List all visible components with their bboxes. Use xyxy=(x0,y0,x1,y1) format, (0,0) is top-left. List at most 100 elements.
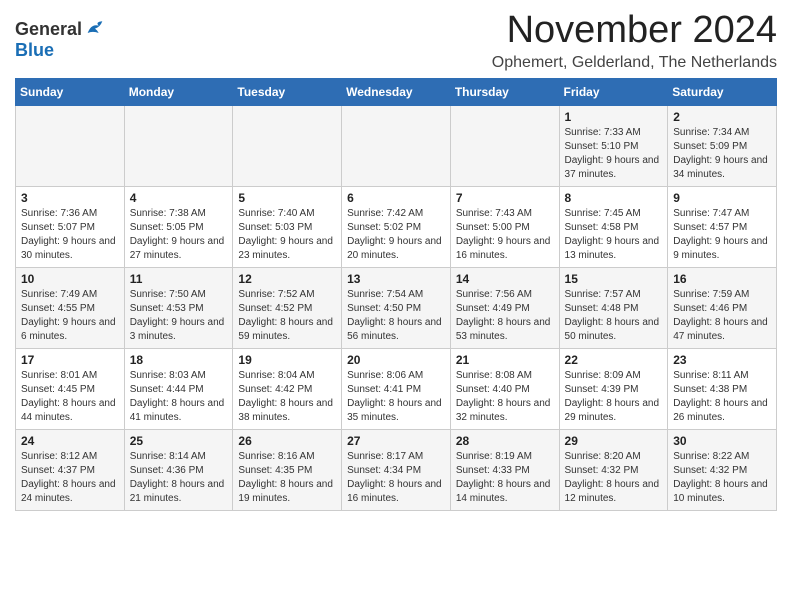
calendar-week-row: 3Sunrise: 7:36 AM Sunset: 5:07 PM Daylig… xyxy=(16,186,777,267)
day-info: Sunrise: 7:33 AM Sunset: 5:10 PM Dayligh… xyxy=(565,126,663,182)
day-info: Sunrise: 7:49 AM Sunset: 4:55 PM Dayligh… xyxy=(21,288,119,344)
day-info: Sunrise: 8:20 AM Sunset: 4:32 PM Dayligh… xyxy=(565,450,663,506)
day-info: Sunrise: 7:38 AM Sunset: 5:05 PM Dayligh… xyxy=(130,207,228,263)
day-number: 29 xyxy=(565,434,663,448)
day-info: Sunrise: 7:42 AM Sunset: 5:02 PM Dayligh… xyxy=(347,207,445,263)
calendar-day-cell: 23Sunrise: 8:11 AM Sunset: 4:38 PM Dayli… xyxy=(668,348,777,429)
calendar-day-cell: 3Sunrise: 7:36 AM Sunset: 5:07 PM Daylig… xyxy=(16,186,125,267)
day-info: Sunrise: 7:54 AM Sunset: 4:50 PM Dayligh… xyxy=(347,288,445,344)
calendar-day-cell: 6Sunrise: 7:42 AM Sunset: 5:02 PM Daylig… xyxy=(342,186,451,267)
day-number: 11 xyxy=(130,272,228,286)
day-of-week-header: Thursday xyxy=(450,78,559,105)
day-of-week-header: Monday xyxy=(124,78,233,105)
day-info: Sunrise: 7:40 AM Sunset: 5:03 PM Dayligh… xyxy=(238,207,336,263)
day-of-week-header: Friday xyxy=(559,78,668,105)
calendar-header-row: SundayMondayTuesdayWednesdayThursdayFrid… xyxy=(16,78,777,105)
calendar-table: SundayMondayTuesdayWednesdayThursdayFrid… xyxy=(15,78,777,511)
day-number: 14 xyxy=(456,272,554,286)
day-number: 9 xyxy=(673,191,771,205)
logo-general-text: General xyxy=(15,19,82,40)
location-subtitle: Ophemert, Gelderland, The Netherlands xyxy=(492,54,777,72)
day-of-week-header: Sunday xyxy=(16,78,125,105)
calendar-body: 1 Sunrise: 7:33 AM Sunset: 5:10 PM Daylig… xyxy=(16,105,777,510)
day-of-week-header: Tuesday xyxy=(233,78,342,105)
day-info: Sunrise: 7:57 AM Sunset: 4:48 PM Dayligh… xyxy=(565,288,663,344)
day-number: 30 xyxy=(673,434,771,448)
day-number: 26 xyxy=(238,434,336,448)
day-number: 8 xyxy=(565,191,663,205)
day-info: Sunrise: 7:56 AM Sunset: 4:49 PM Dayligh… xyxy=(456,288,554,344)
day-of-week-header: Wednesday xyxy=(342,78,451,105)
calendar-day-cell: 8 Sunrise: 7:45 AM Sunset: 4:58 PM Daylig… xyxy=(559,186,668,267)
calendar-day-cell: 5Sunrise: 7:40 AM Sunset: 5:03 PM Daylig… xyxy=(233,186,342,267)
day-info: Sunrise: 8:17 AM Sunset: 4:34 PM Dayligh… xyxy=(347,450,445,506)
calendar-day-cell xyxy=(233,105,342,186)
day-info: Sunrise: 8:06 AM Sunset: 4:41 PM Dayligh… xyxy=(347,369,445,425)
calendar-day-cell: 25 Sunrise: 8:14 AM Sunset: 4:36 PM Dayli… xyxy=(124,429,233,510)
day-number: 2 xyxy=(673,110,771,124)
day-number: 21 xyxy=(456,353,554,367)
day-number: 15 xyxy=(565,272,663,286)
calendar-day-cell: 11Sunrise: 7:50 AM Sunset: 4:53 PM Dayli… xyxy=(124,267,233,348)
calendar-day-cell: 30Sunrise: 8:22 AM Sunset: 4:32 PM Dayli… xyxy=(668,429,777,510)
calendar-day-cell: 18 Sunrise: 8:03 AM Sunset: 4:44 PM Dayli… xyxy=(124,348,233,429)
day-info: Sunrise: 7:34 AM Sunset: 5:09 PM Dayligh… xyxy=(673,126,771,182)
day-number: 3 xyxy=(21,191,119,205)
logo: General Blue xyxy=(15,18,106,61)
calendar-day-cell: 19Sunrise: 8:04 AM Sunset: 4:42 PM Dayli… xyxy=(233,348,342,429)
day-number: 22 xyxy=(565,353,663,367)
day-info: Sunrise: 8:04 AM Sunset: 4:42 PM Dayligh… xyxy=(238,369,336,425)
page-header: General Blue November 2024 Ophemert, Gel… xyxy=(15,10,777,72)
day-number: 24 xyxy=(21,434,119,448)
day-number: 16 xyxy=(673,272,771,286)
day-number: 12 xyxy=(238,272,336,286)
day-info: Sunrise: 7:45 AM Sunset: 4:58 PM Dayligh… xyxy=(565,207,663,263)
calendar-day-cell: 20 Sunrise: 8:06 AM Sunset: 4:41 PM Dayli… xyxy=(342,348,451,429)
day-info: Sunrise: 8:09 AM Sunset: 4:39 PM Dayligh… xyxy=(565,369,663,425)
day-number: 1 xyxy=(565,110,663,124)
calendar-week-row: 10 Sunrise: 7:49 AM Sunset: 4:55 PM Dayli… xyxy=(16,267,777,348)
calendar-day-cell xyxy=(124,105,233,186)
day-number: 17 xyxy=(21,353,119,367)
day-info: Sunrise: 8:12 AM Sunset: 4:37 PM Dayligh… xyxy=(21,450,119,506)
calendar-week-row: 17 Sunrise: 8:01 AM Sunset: 4:45 PM Dayli… xyxy=(16,348,777,429)
calendar-day-cell: 14 Sunrise: 7:56 AM Sunset: 4:49 PM Dayli… xyxy=(450,267,559,348)
day-number: 18 xyxy=(130,353,228,367)
day-number: 20 xyxy=(347,353,445,367)
day-number: 10 xyxy=(21,272,119,286)
calendar-day-cell: 2 Sunrise: 7:34 AM Sunset: 5:09 PM Daylig… xyxy=(668,105,777,186)
day-info: Sunrise: 8:14 AM Sunset: 4:36 PM Dayligh… xyxy=(130,450,228,506)
logo-blue-text: Blue xyxy=(15,40,54,60)
calendar-day-cell: 29 Sunrise: 8:20 AM Sunset: 4:32 PM Dayli… xyxy=(559,429,668,510)
day-info: Sunrise: 8:08 AM Sunset: 4:40 PM Dayligh… xyxy=(456,369,554,425)
day-info: Sunrise: 7:59 AM Sunset: 4:46 PM Dayligh… xyxy=(673,288,771,344)
day-info: Sunrise: 7:47 AM Sunset: 4:57 PM Dayligh… xyxy=(673,207,771,263)
calendar-day-cell: 15 Sunrise: 7:57 AM Sunset: 4:48 PM Dayli… xyxy=(559,267,668,348)
calendar-day-cell xyxy=(342,105,451,186)
day-number: 13 xyxy=(347,272,445,286)
calendar-day-cell: 27 Sunrise: 8:17 AM Sunset: 4:34 PM Dayli… xyxy=(342,429,451,510)
day-info: Sunrise: 8:16 AM Sunset: 4:35 PM Dayligh… xyxy=(238,450,336,506)
calendar-day-cell: 28Sunrise: 8:19 AM Sunset: 4:33 PM Dayli… xyxy=(450,429,559,510)
day-number: 4 xyxy=(130,191,228,205)
day-info: Sunrise: 7:43 AM Sunset: 5:00 PM Dayligh… xyxy=(456,207,554,263)
calendar-week-row: 1 Sunrise: 7:33 AM Sunset: 5:10 PM Daylig… xyxy=(16,105,777,186)
day-number: 27 xyxy=(347,434,445,448)
month-title: November 2024 xyxy=(492,10,777,52)
day-info: Sunrise: 8:11 AM Sunset: 4:38 PM Dayligh… xyxy=(673,369,771,425)
day-info: Sunrise: 8:19 AM Sunset: 4:33 PM Dayligh… xyxy=(456,450,554,506)
day-info: Sunrise: 8:03 AM Sunset: 4:44 PM Dayligh… xyxy=(130,369,228,425)
title-section: November 2024 Ophemert, Gelderland, The … xyxy=(492,10,777,72)
calendar-day-cell: 7 Sunrise: 7:43 AM Sunset: 5:00 PM Daylig… xyxy=(450,186,559,267)
logo-bird-icon xyxy=(84,18,106,40)
calendar-day-cell: 26 Sunrise: 8:16 AM Sunset: 4:35 PM Dayli… xyxy=(233,429,342,510)
day-of-week-header: Saturday xyxy=(668,78,777,105)
calendar-day-cell: 24 Sunrise: 8:12 AM Sunset: 4:37 PM Dayli… xyxy=(16,429,125,510)
calendar-day-cell: 16 Sunrise: 7:59 AM Sunset: 4:46 PM Dayli… xyxy=(668,267,777,348)
calendar-day-cell: 21 Sunrise: 8:08 AM Sunset: 4:40 PM Dayli… xyxy=(450,348,559,429)
calendar-day-cell: 9 Sunrise: 7:47 AM Sunset: 4:57 PM Daylig… xyxy=(668,186,777,267)
day-number: 25 xyxy=(130,434,228,448)
day-number: 7 xyxy=(456,191,554,205)
day-info: Sunrise: 8:01 AM Sunset: 4:45 PM Dayligh… xyxy=(21,369,119,425)
calendar-day-cell xyxy=(450,105,559,186)
